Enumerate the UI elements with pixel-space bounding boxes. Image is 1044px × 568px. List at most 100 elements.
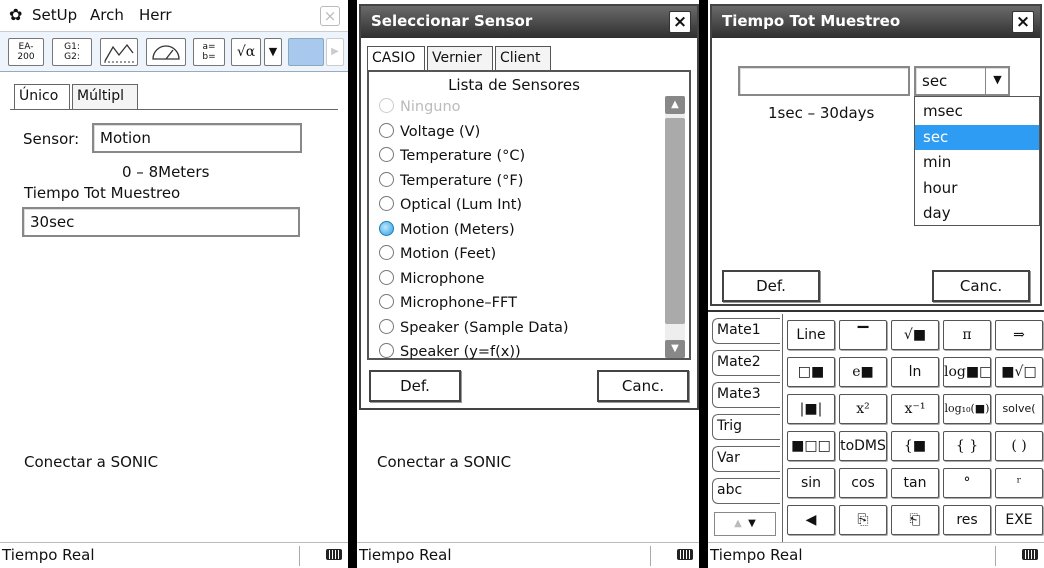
radio-icon[interactable] bbox=[379, 122, 394, 138]
keyboard-key[interactable]: Line bbox=[787, 320, 835, 350]
menu-arch[interactable]: Arch bbox=[90, 6, 124, 24]
radio-icon[interactable] bbox=[379, 147, 394, 162]
total-time-field[interactable]: 30sec bbox=[22, 207, 300, 237]
radio-icon[interactable] bbox=[379, 171, 394, 187]
radio-icon[interactable] bbox=[379, 294, 394, 309]
tab-multiple[interactable]: Múltipl bbox=[72, 84, 138, 110]
keyboard-key[interactable]: {■ bbox=[891, 431, 939, 461]
unit-option[interactable]: day bbox=[915, 201, 1039, 226]
keyboard-key[interactable]: π bbox=[943, 320, 991, 350]
keyboard-key[interactable]: ° bbox=[943, 468, 991, 498]
keyboard-key[interactable]: sin bbox=[787, 468, 835, 498]
sensor-option[interactable]: Microphone–FFT bbox=[379, 294, 517, 317]
toolbar-blank-button[interactable] bbox=[288, 38, 324, 66]
sensor-option[interactable]: Voltage (V) bbox=[379, 122, 480, 146]
keyboard-key[interactable]: ⎗ bbox=[891, 505, 939, 535]
radio-icon[interactable] bbox=[379, 220, 394, 236]
keyboard-key[interactable]: tan bbox=[891, 468, 939, 498]
unit-option[interactable]: hour bbox=[915, 176, 1039, 201]
radio-icon[interactable] bbox=[379, 269, 394, 285]
keyboard-tab[interactable]: Trig bbox=[712, 414, 780, 440]
keyboard-key[interactable]: log■□ bbox=[943, 357, 991, 387]
sensor-option[interactable]: Speaker (y=f(x)) bbox=[379, 343, 521, 366]
keyboard-key[interactable]: ■□□ bbox=[787, 431, 835, 461]
sensor-option[interactable]: Microphone bbox=[379, 269, 484, 293]
sensor-option[interactable]: Temperature (°F) bbox=[379, 171, 523, 195]
cancel-button[interactable]: Canc. bbox=[932, 270, 1030, 302]
scroll-up-icon[interactable]: ▲ bbox=[665, 96, 685, 114]
keyboard-key[interactable]: □■ bbox=[787, 357, 835, 387]
keyboard-key[interactable]: solve( bbox=[995, 394, 1043, 424]
radio-icon[interactable] bbox=[379, 98, 394, 113]
close-icon[interactable]: × bbox=[320, 6, 340, 26]
sensor-option[interactable]: Temperature (°C) bbox=[379, 147, 525, 170]
select-sensor-dialog: Seleccionar Sensor × CASIO Vernier Clien… bbox=[359, 4, 699, 410]
keyboard-key[interactable]: EXE bbox=[995, 505, 1043, 535]
sqrt-alpha-button[interactable]: √α bbox=[231, 38, 261, 66]
keyboard-key[interactable]: log₁₀(■) bbox=[943, 394, 991, 424]
keyboard-key[interactable]: ⇒ bbox=[995, 320, 1043, 350]
radio-icon[interactable] bbox=[379, 245, 394, 260]
keyboard-key[interactable]: x² bbox=[839, 394, 887, 424]
keyboard-tab[interactable]: Mate2 bbox=[712, 350, 780, 376]
keyboard-tab[interactable]: Mate3 bbox=[712, 382, 780, 408]
chevron-down-icon[interactable]: ▼ bbox=[985, 67, 1009, 95]
def-button[interactable]: Def. bbox=[369, 370, 461, 402]
keyboard-key[interactable]: ◀ bbox=[787, 505, 835, 535]
keyboard-key[interactable]: ( ) bbox=[995, 431, 1043, 461]
sensor-option[interactable]: Motion (Feet) bbox=[379, 245, 496, 268]
toolbar-dropdown-button[interactable]: ▼ bbox=[264, 38, 282, 66]
close-icon[interactable]: × bbox=[1012, 11, 1034, 33]
keyboard-key[interactable]: √■ bbox=[891, 320, 939, 350]
sensor-option[interactable]: Motion (Meters) bbox=[379, 220, 515, 244]
keyboard-key[interactable]: { } bbox=[943, 431, 991, 461]
keyboard-scroll[interactable]: ▲ ▼ bbox=[714, 512, 776, 536]
menu-setup[interactable]: SetUp bbox=[32, 6, 77, 24]
radio-icon[interactable] bbox=[379, 343, 394, 358]
scroll-down-icon[interactable]: ▼ bbox=[665, 340, 685, 358]
radio-icon[interactable] bbox=[379, 196, 394, 211]
keyboard-key[interactable]: x⁻¹ bbox=[891, 394, 939, 424]
tab-vernier[interactable]: Vernier bbox=[427, 46, 493, 72]
chevron-up-icon[interactable]: ▲ bbox=[734, 518, 742, 529]
cancel-button[interactable]: Canc. bbox=[597, 370, 689, 402]
keyboard-key[interactable]: ▔ bbox=[839, 320, 887, 350]
variables-button[interactable]: a= b= bbox=[193, 38, 225, 66]
keyboard-key[interactable]: ʳ bbox=[995, 468, 1043, 498]
tab-client[interactable]: Client bbox=[495, 46, 551, 72]
keyboard-key[interactable]: toDMS bbox=[839, 431, 887, 461]
keyboard-key[interactable]: ■√□ bbox=[995, 357, 1043, 387]
keyboard-key[interactable]: ln bbox=[891, 357, 939, 387]
graph-window-button[interactable]: G1: G2: bbox=[52, 38, 92, 66]
unit-option[interactable]: min bbox=[915, 150, 1039, 175]
keyboard-key[interactable]: ⎘ bbox=[839, 505, 887, 535]
keyboard-tab[interactable]: Mate1 bbox=[712, 318, 780, 344]
graph-icon[interactable] bbox=[100, 38, 138, 66]
scroll-thumb[interactable] bbox=[665, 118, 685, 324]
tab-unico[interactable]: Único bbox=[14, 84, 70, 110]
scrollbar[interactable]: ▲ ▼ bbox=[665, 96, 685, 358]
scroll-right-icon[interactable]: ▶ bbox=[326, 38, 344, 66]
tab-casio[interactable]: CASIO bbox=[367, 46, 425, 72]
sensor-option[interactable]: Speaker (Sample Data) bbox=[379, 318, 569, 342]
unit-option[interactable]: msec bbox=[915, 99, 1039, 124]
menu-herr[interactable]: Herr bbox=[139, 6, 172, 24]
gear-icon[interactable]: ✿ bbox=[9, 5, 22, 24]
keyboard-tab[interactable]: abc bbox=[712, 478, 780, 504]
sensor-field[interactable]: Motion bbox=[92, 123, 302, 153]
graph-convert-button[interactable]: EA- 200 bbox=[8, 38, 44, 66]
time-value-field[interactable] bbox=[738, 66, 910, 96]
keyboard-key[interactable]: res bbox=[943, 505, 991, 535]
meter-icon[interactable] bbox=[146, 38, 186, 66]
close-icon[interactable]: × bbox=[669, 11, 691, 33]
radio-icon[interactable] bbox=[379, 318, 394, 334]
keyboard-tab[interactable]: Var bbox=[712, 446, 780, 472]
sensor-option[interactable]: Optical (Lum Int) bbox=[379, 196, 522, 219]
unit-option[interactable]: sec bbox=[915, 124, 1039, 150]
keyboard-key[interactable]: |■| bbox=[787, 394, 835, 424]
keyboard-key[interactable]: e■ bbox=[839, 357, 887, 387]
keyboard-key[interactable]: cos bbox=[839, 468, 887, 498]
def-button[interactable]: Def. bbox=[722, 270, 820, 302]
unit-select[interactable]: sec ▼ bbox=[914, 66, 1010, 96]
chevron-down-icon[interactable]: ▼ bbox=[748, 518, 756, 529]
